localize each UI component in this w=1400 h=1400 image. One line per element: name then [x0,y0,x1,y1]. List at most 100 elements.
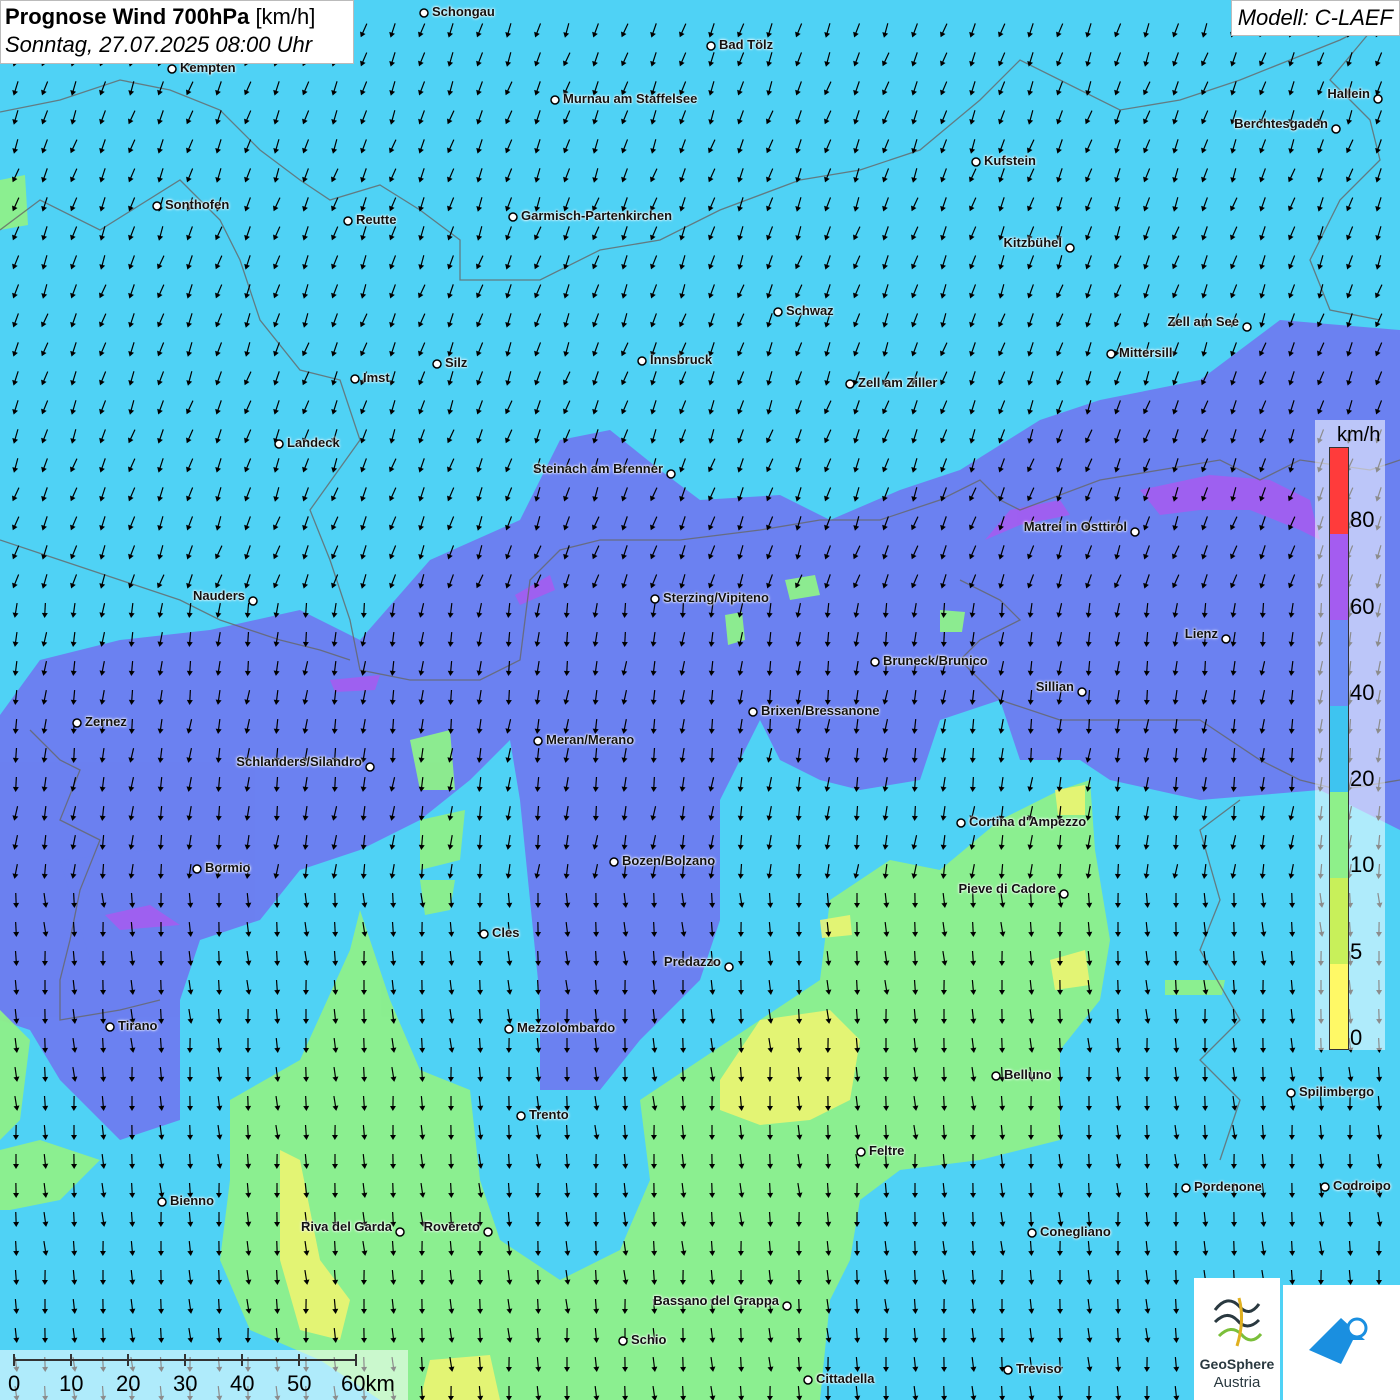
city-marker [152,201,162,211]
legend-label-20: 20 [1350,766,1375,791]
city-marker [1373,94,1383,104]
city-marker [343,216,353,226]
city-marker [1130,527,1140,537]
city-marker [1221,634,1231,644]
city-marker [533,736,543,746]
scale-label-60km: 60km [341,1371,395,1396]
city-label: Tirano [118,1018,158,1033]
city-label: Schio [631,1332,667,1347]
city-label: Pordenone [1194,1179,1262,1194]
legend-swatch-60 [1330,534,1348,620]
legend-swatch-10 [1330,792,1348,878]
title-main: Prognose Wind 700hPa [5,4,250,29]
city-label: Steinach am Brenner [532,461,663,476]
city-label: Bassano del Grappa [653,1293,779,1308]
city-marker [516,1111,526,1121]
city-marker [870,657,880,667]
title-panel: Prognose Wind 700hPa [km/h] Sonntag, 27.… [0,0,354,64]
city-marker [666,469,676,479]
city-label: Belluno [1004,1067,1052,1082]
city-marker [550,95,560,105]
legend-colorbar [1329,447,1349,1050]
city-marker [167,64,177,74]
city-label: Brixen/Bressanone [761,703,880,718]
city-label: Kempten [180,60,236,75]
city-label: Murnau am Staffelsee [563,91,698,106]
city-marker [637,356,647,366]
city-label: Landeck [287,435,340,450]
city-marker [105,1022,115,1032]
city-marker [350,374,360,384]
geosphere-logo[interactable]: GeoSphere Austria [1194,1278,1280,1400]
city-label: Feltre [869,1143,905,1158]
city-label: Schongau [432,4,495,19]
scale-label-50: 50 [287,1371,312,1396]
city-marker [1077,687,1087,697]
city-label: Sterzing/Vipiteno [663,590,769,605]
city-label: Reutte [356,212,397,227]
forecast-datetime: Sonntag, 27.07.2025 08:00 Uhr [5,32,313,57]
title-unit: [km/h] [255,4,316,29]
city-label: Conegliano [1040,1224,1111,1239]
city-marker [365,762,375,772]
city-marker [508,212,518,222]
city-marker [504,1024,514,1034]
city-marker [192,864,202,874]
city-label: Cortina d'Ampezzo [969,814,1087,829]
city-marker [724,962,734,972]
city-marker [432,359,442,369]
cloud-arrow-icon [1309,1317,1368,1364]
city-marker [395,1227,405,1237]
city-marker [1320,1182,1330,1192]
city-marker [1003,1365,1013,1375]
city-label: Nauders [192,588,245,603]
city-label: Bormio [205,860,251,875]
city-marker [991,1071,1001,1081]
city-marker [609,857,619,867]
scale-label-20: 20 [116,1371,141,1396]
city-label: Trento [529,1107,569,1122]
legend-unit: km/h [1337,424,1381,446]
legend-label-10: 10 [1350,852,1375,877]
city-label: Berchtesgaden [1234,116,1328,131]
scale-label-10: 10 [59,1371,84,1396]
city-marker [157,1197,167,1207]
city-label: Innsbruck [650,352,713,367]
city-label: Schwaz [786,303,834,318]
city-label: Sillian [1035,679,1074,694]
scale-label-40: 40 [230,1371,255,1396]
city-marker [72,718,82,728]
geosphere-country: Austria [1213,1374,1261,1391]
city-label: Kufstein [984,153,1036,168]
legend-swatch-5 [1330,878,1348,964]
city-marker [1181,1183,1191,1193]
city-marker [1331,124,1341,134]
city-label: Bad Tölz [719,37,774,52]
city-marker [773,307,783,317]
city-label: Kitzbühel [1003,235,1063,250]
city-marker [1106,349,1116,359]
legend-label-40: 40 [1350,680,1375,705]
legend-label-0: 0 [1350,1025,1363,1050]
city-marker [650,594,660,604]
city-marker [1059,889,1069,899]
geosphere-name: GeoSphere [1199,1356,1275,1372]
city-label: Spilimbergo [1299,1084,1375,1099]
city-label: Pieve di Cadore [958,881,1056,896]
scale-label-30: 30 [173,1371,198,1396]
city-marker [748,707,758,717]
city-label: Zernez [85,714,127,729]
scale-label-0: 0 [8,1371,21,1396]
city-label: Cittadella [816,1371,875,1386]
city-label: Meran/Merano [546,732,635,747]
city-label: Lienz [1184,626,1218,641]
model-label: Modell: C-LAEF [1230,0,1400,36]
city-marker [1242,322,1252,332]
weather-app-logo[interactable] [1283,1285,1400,1400]
city-marker [845,379,855,389]
city-label: Zell am See [1167,314,1239,329]
city-label: Bruneck/Brunico [883,653,988,668]
city-marker [248,596,258,606]
city-label: Bozen/Bolzano [622,853,716,868]
city-label: Imst [363,370,390,385]
